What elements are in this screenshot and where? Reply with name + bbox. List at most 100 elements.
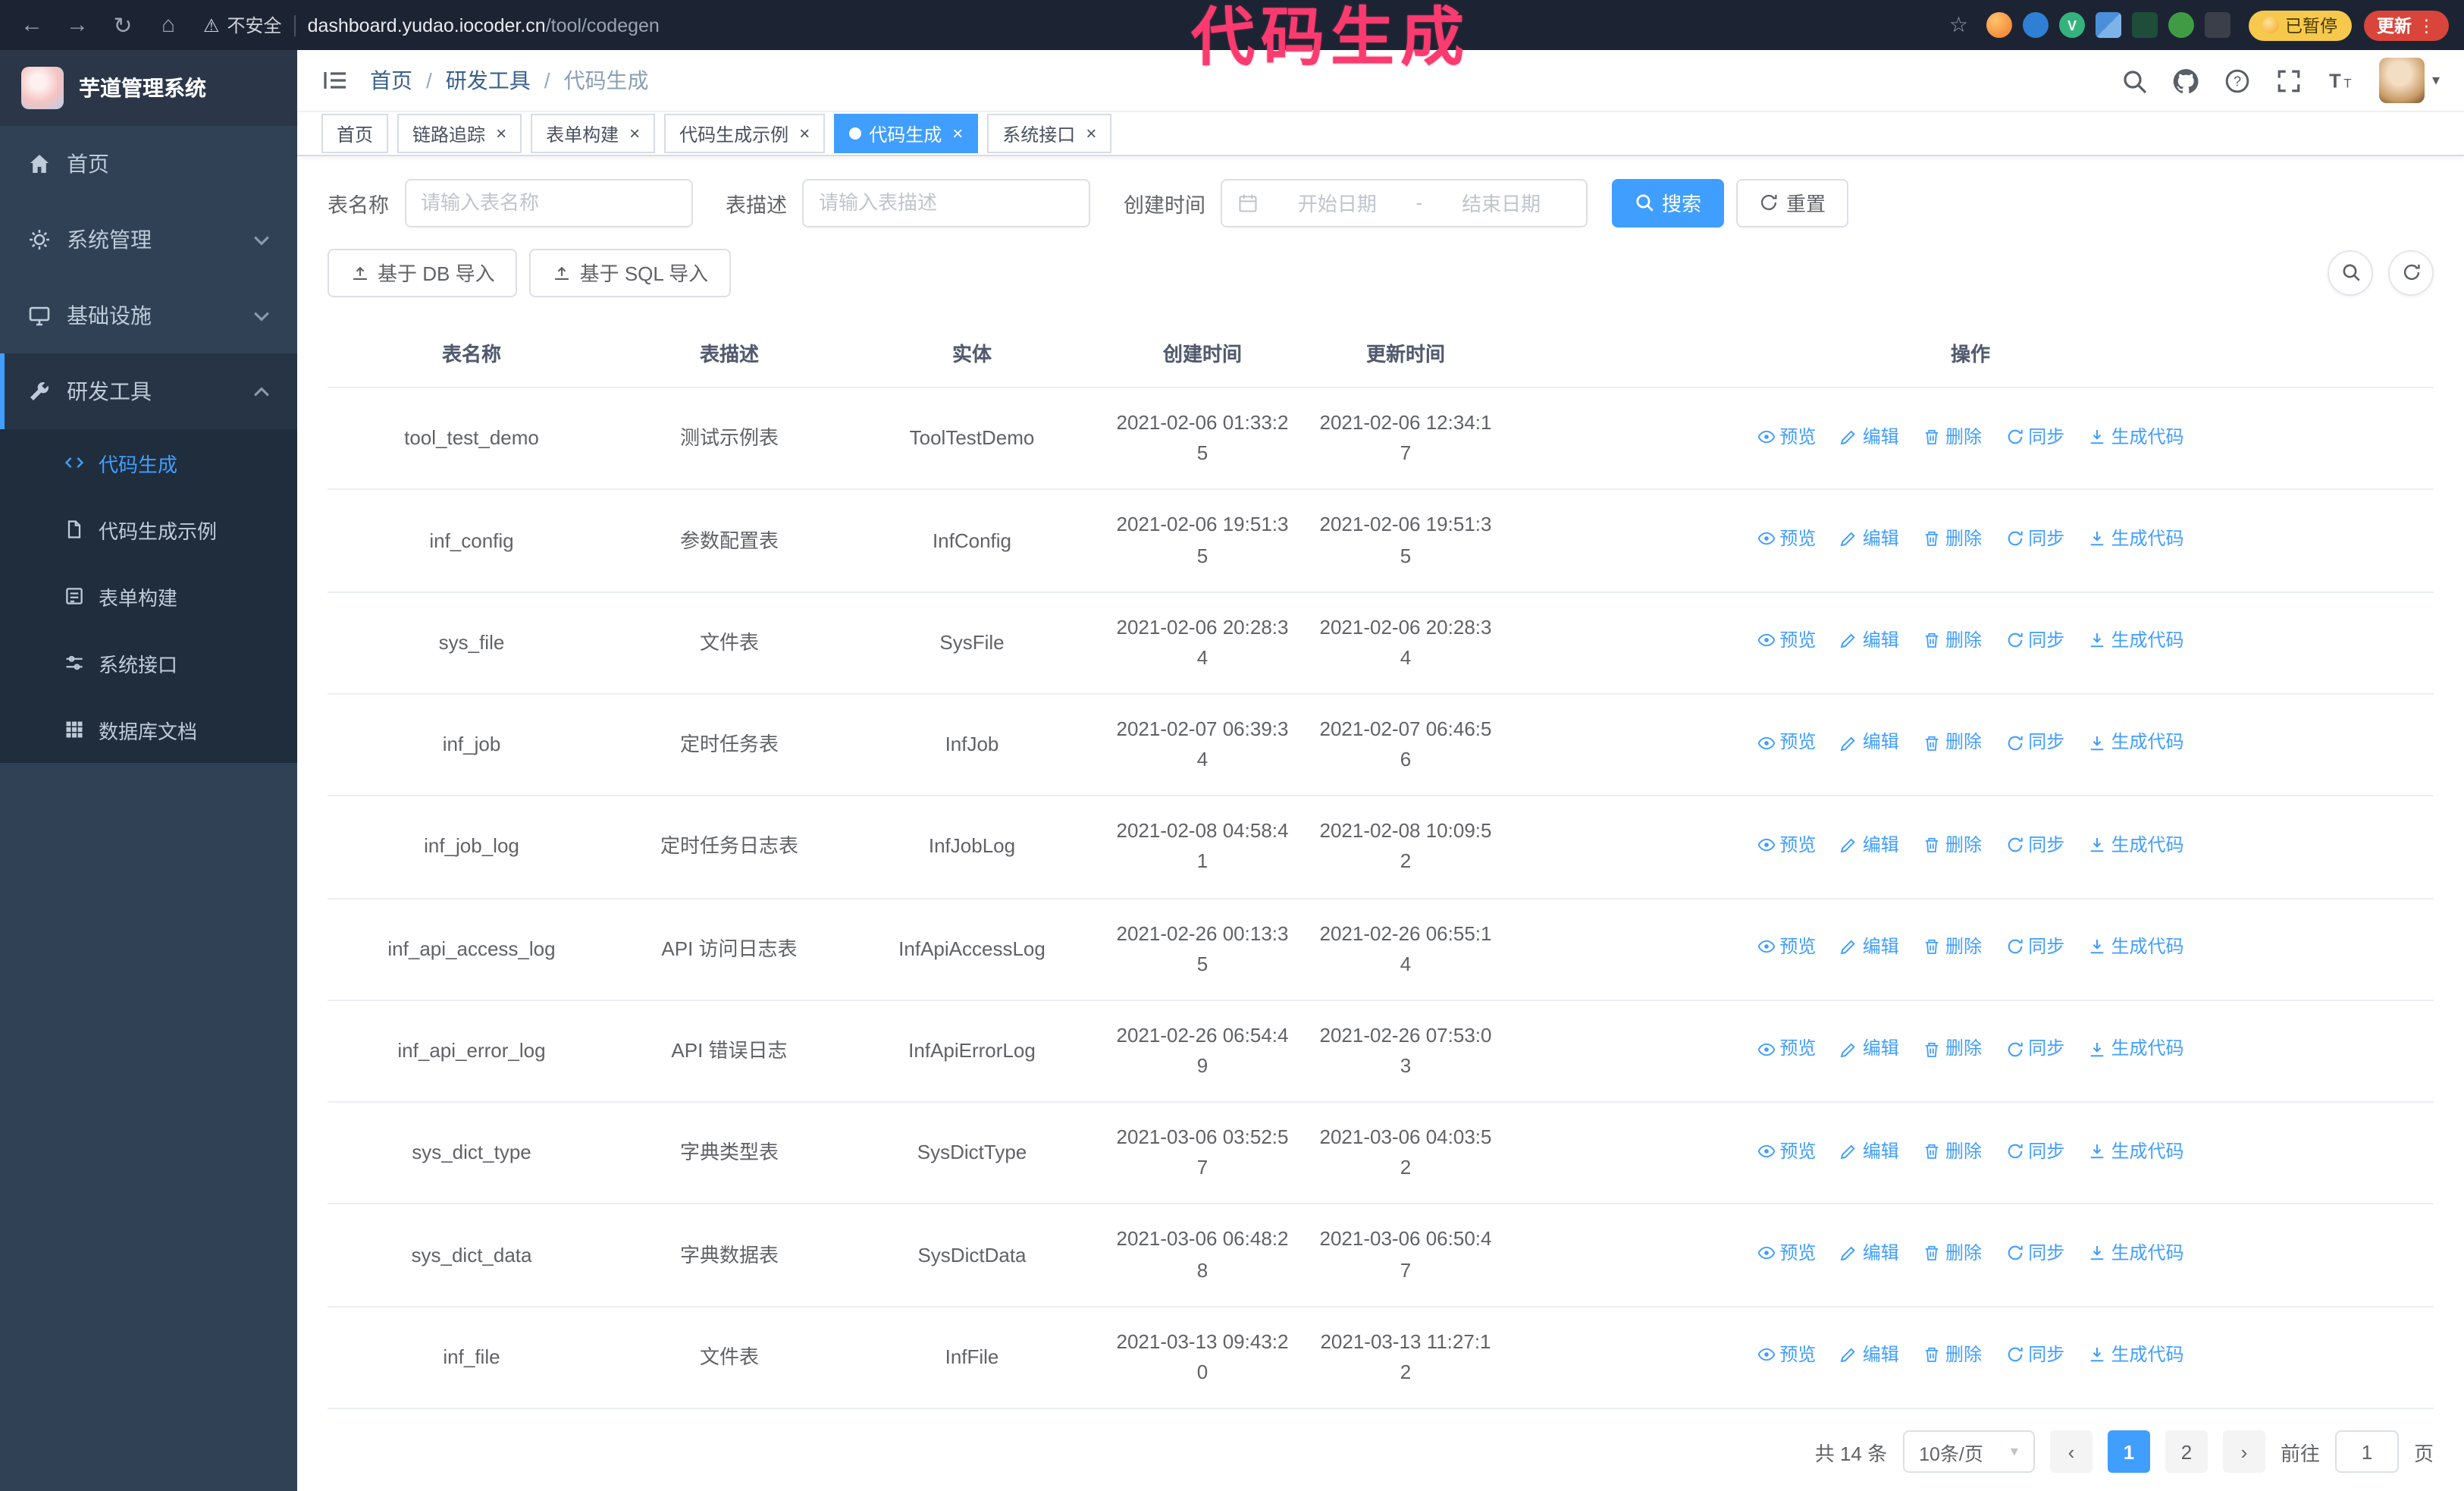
table-name-input-field[interactable] [421,191,676,215]
goto-page-input[interactable] [2334,1430,2399,1473]
preview-link[interactable]: 预览 [1757,1341,1816,1369]
edit-link[interactable]: 编辑 [1840,1341,1899,1369]
address-bar[interactable]: ⚠ 不安全 dashboard.yudao.iocoder.cn/tool/co… [203,12,1937,38]
delete-link[interactable]: 删除 [1923,626,1982,654]
font-size-icon[interactable]: TT [2328,67,2353,93]
edit-link[interactable]: 编辑 [1840,830,1899,859]
tab[interactable]: 首页 [321,114,389,154]
preview-link[interactable]: 预览 [1757,1239,1816,1267]
hamburger-icon[interactable] [321,67,349,94]
extension-vue-devtools-icon[interactable]: V [2059,12,2085,38]
user-menu[interactable]: ▾ [2378,58,2440,104]
search-icon[interactable] [2121,67,2147,93]
edit-link[interactable]: 编辑 [1840,729,1899,757]
delete-link[interactable]: 删除 [1923,422,1982,450]
import-db-button[interactable]: 基于 DB 导入 [328,248,518,297]
edit-link[interactable]: 编辑 [1840,525,1899,553]
preview-link[interactable]: 预览 [1757,1035,1816,1063]
close-icon[interactable]: × [952,124,963,143]
breadcrumb-devtools[interactable]: 研发工具 [446,65,531,96]
sidebar-item-db-doc[interactable]: 数据库文档 [0,696,297,763]
sync-link[interactable]: 同步 [2005,729,2064,757]
preview-link[interactable]: 预览 [1757,422,1816,450]
sidebar-item-devtools[interactable]: 研发工具 [0,353,297,429]
github-icon[interactable] [2173,67,2199,93]
generate-code-link[interactable]: 生成代码 [2089,525,2184,553]
close-icon[interactable]: × [629,124,640,143]
edit-link[interactable]: 编辑 [1840,933,1899,961]
edit-link[interactable]: 编辑 [1840,1239,1899,1267]
page-number-button[interactable]: 1 [2107,1430,2150,1473]
preview-link[interactable]: 预览 [1757,1137,1816,1165]
generate-code-link[interactable]: 生成代码 [2089,729,2184,757]
update-button[interactable]: 更新 ⋮ [2363,10,2449,40]
preview-link[interactable]: 预览 [1757,830,1816,859]
extension-orange-icon[interactable] [1986,12,2012,38]
edit-link[interactable]: 编辑 [1840,1035,1899,1063]
edit-link[interactable]: 编辑 [1840,422,1899,450]
extension-green-icon[interactable] [2168,12,2194,38]
sidebar-item-infra[interactable]: 基础设施 [0,278,297,353]
sync-link[interactable]: 同步 [2005,830,2064,859]
sync-link[interactable]: 同步 [2005,933,2064,961]
help-icon[interactable]: ? [2224,67,2250,93]
extension-dark-green-icon[interactable] [2132,12,2158,38]
tab[interactable]: 链路追踪 × [397,114,522,154]
sidebar-item-system[interactable]: 系统管理 [0,202,297,278]
generate-code-link[interactable]: 生成代码 [2089,1239,2184,1267]
back-icon[interactable]: ← [15,12,49,38]
generate-code-link[interactable]: 生成代码 [2089,1341,2184,1369]
reload-icon[interactable]: ↻ [106,11,140,39]
reset-button[interactable]: 重置 [1736,178,1849,228]
preview-link[interactable]: 预览 [1757,525,1816,553]
page-number-button[interactable]: 2 [2165,1430,2208,1473]
extension-blue-drop-icon[interactable] [2023,12,2049,38]
generate-code-link[interactable]: 生成代码 [2089,422,2184,450]
forward-icon[interactable]: → [61,12,94,38]
tab[interactable]: 表单构建 × [531,114,656,154]
sidebar-item-codegen[interactable]: 代码生成 [0,429,297,496]
close-icon[interactable]: × [799,124,810,143]
sidebar-item-form-builder[interactable]: 表单构建 [0,563,297,629]
search-button[interactable]: 搜索 [1612,178,1725,228]
close-icon[interactable]: × [1086,124,1096,143]
generate-code-link[interactable]: 生成代码 [2089,626,2184,654]
paused-badge[interactable]: 已暂停 [2249,10,2351,40]
table-name-input[interactable] [404,178,692,228]
tab[interactable]: 代码生成示例 × [664,114,826,154]
security-warning[interactable]: ⚠ 不安全 [203,12,282,38]
generate-code-link[interactable]: 生成代码 [2089,1035,2184,1063]
edit-link[interactable]: 编辑 [1840,626,1899,654]
browser-menu-icon[interactable]: ⋮ [2418,14,2435,36]
delete-link[interactable]: 删除 [1923,525,1982,553]
table-desc-input-field[interactable] [819,191,1074,215]
refresh-button[interactable] [2388,250,2434,296]
generate-code-link[interactable]: 生成代码 [2089,1137,2184,1165]
generate-code-link[interactable]: 生成代码 [2089,830,2184,859]
date-range-picker[interactable]: 开始日期 - 结束日期 [1221,178,1588,228]
logo[interactable]: 芋道管理系统 [0,50,297,126]
prev-page-button[interactable]: ‹ [2049,1430,2093,1473]
preview-link[interactable]: 预览 [1757,933,1816,961]
fullscreen-icon[interactable] [2276,67,2302,93]
delete-link[interactable]: 删除 [1923,1341,1982,1369]
sidebar-item-codegen-example[interactable]: 代码生成示例 [0,496,297,563]
delete-link[interactable]: 删除 [1923,1137,1982,1165]
toggle-search-button[interactable] [2328,250,2373,296]
edit-link[interactable]: 编辑 [1840,1137,1899,1165]
extension-puzzle-icon[interactable] [2205,12,2230,38]
sync-link[interactable]: 同步 [2005,1239,2064,1267]
extension-grid-icon[interactable] [2096,12,2121,38]
sync-link[interactable]: 同步 [2005,626,2064,654]
sync-link[interactable]: 同步 [2005,1137,2064,1165]
preview-link[interactable]: 预览 [1757,729,1816,757]
sidebar-item-api[interactable]: 系统接口 [0,629,297,696]
close-icon[interactable]: × [496,124,506,143]
sync-link[interactable]: 同步 [2005,422,2064,450]
delete-link[interactable]: 删除 [1923,729,1982,757]
delete-link[interactable]: 删除 [1923,1035,1982,1063]
sync-link[interactable]: 同步 [2005,1035,2064,1063]
bookmark-star-icon[interactable]: ☆ [1949,12,1968,38]
home-icon[interactable]: ⌂ [152,12,185,38]
generate-code-link[interactable]: 生成代码 [2089,933,2184,961]
